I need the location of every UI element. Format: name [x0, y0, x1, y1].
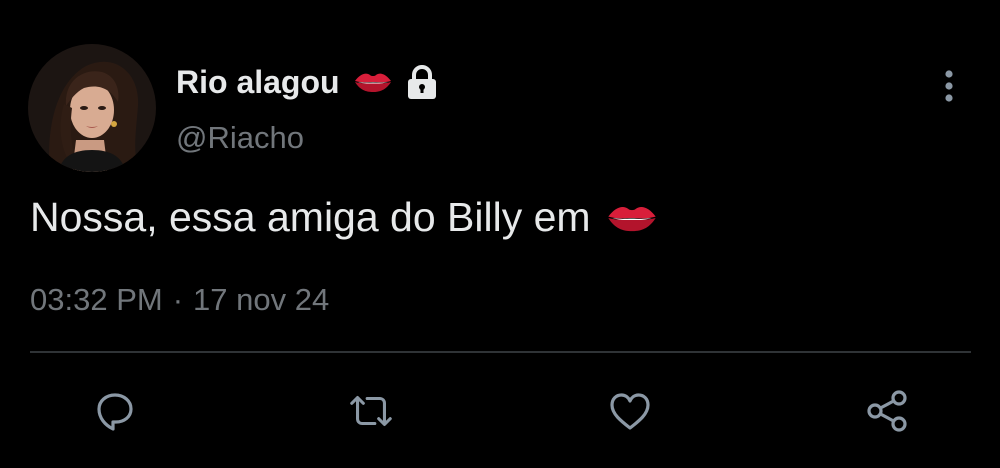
- tweet-text-row: Nossa, essa amiga do Billy em: [30, 194, 657, 241]
- reply-button[interactable]: [90, 386, 140, 436]
- avatar-photo: [28, 44, 156, 172]
- timestamp-separator: ·: [172, 282, 184, 317]
- heart-icon: [610, 393, 650, 430]
- lock-icon: [404, 64, 440, 100]
- lips-emoji: [354, 71, 392, 93]
- reply-icon: [97, 393, 133, 431]
- author-name-row: Rio alagou: [176, 60, 440, 104]
- more-vertical-icon[interactable]: [934, 66, 964, 106]
- like-button[interactable]: [605, 386, 655, 436]
- tweet-text: Nossa, essa amiga do Billy em: [30, 194, 591, 240]
- retweet-icon: [350, 396, 392, 426]
- tweet-date[interactable]: 17 nov 24: [193, 282, 329, 317]
- avatar[interactable]: [28, 44, 156, 172]
- share-button[interactable]: [862, 386, 912, 436]
- divider: [30, 351, 971, 353]
- lips-emoji: [607, 203, 657, 233]
- share-icon: [867, 390, 907, 432]
- author-display-name[interactable]: Rio alagou: [176, 64, 340, 101]
- tweet-timestamp: 03:32 PM · 17 nov 24: [30, 282, 329, 318]
- author-handle[interactable]: @Riacho: [176, 120, 304, 156]
- tweet-time[interactable]: 03:32 PM: [30, 282, 163, 317]
- retweet-button[interactable]: [346, 386, 396, 436]
